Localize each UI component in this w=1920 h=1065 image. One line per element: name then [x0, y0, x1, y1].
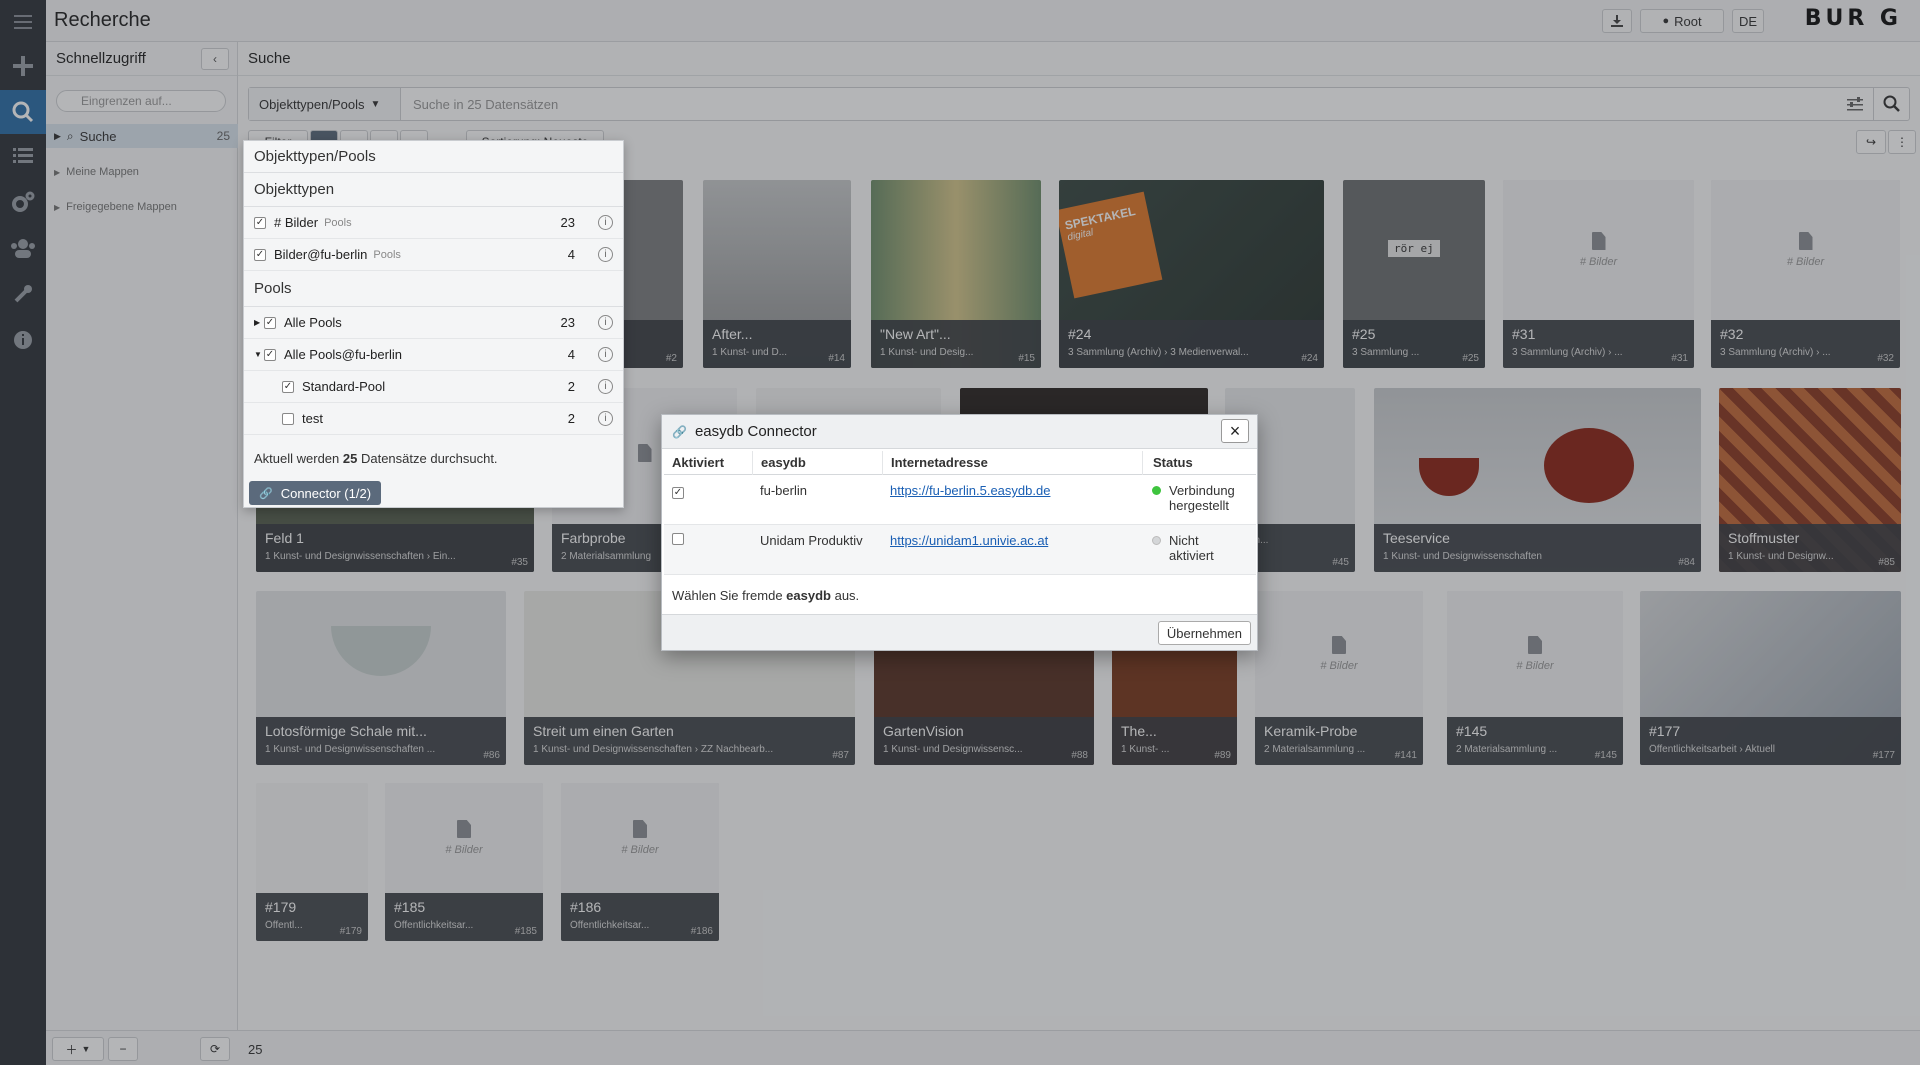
pool-label: Alle Pools — [284, 315, 342, 330]
pool-label: test — [302, 411, 323, 426]
column-header: Internetadresse — [882, 450, 1142, 475]
hint-text: Wählen Sie fremde — [672, 588, 787, 603]
objtypes-section-title: Objekttypen — [244, 173, 623, 207]
pool-checkbox[interactable]: ✓ — [282, 380, 294, 393]
objtype-label: # Bilder — [274, 215, 319, 230]
pool-label: Alle Pools@fu-berlin — [284, 347, 402, 362]
info-icon[interactable]: i — [598, 411, 613, 426]
objtype-row[interactable]: ✓ Bilder@fu-berlin Pools 4 i — [244, 239, 623, 271]
objtype-row[interactable]: ✓ # Bilder Pools 23 i — [244, 207, 623, 239]
status-dot — [1152, 486, 1161, 495]
objtype-label: Bilder@fu-berlin — [274, 247, 368, 262]
pool-row[interactable]: ▼ ✓ Alle Pools@fu-berlin 4 i — [244, 339, 623, 371]
connector-modal: 🔗 easydb Connector × Aktiviert easydb In… — [661, 414, 1258, 651]
status-text: Nicht — [1169, 533, 1199, 548]
objtype-tag: Pools — [373, 248, 401, 261]
column-header: easydb — [752, 450, 882, 475]
easydb-name: fu-berlin — [760, 483, 807, 498]
pool-dropdown: Objekttypen/Pools Objekttypen ✓ # Bilder… — [243, 140, 624, 508]
close-icon[interactable]: × — [1221, 419, 1249, 443]
pool-count: 4 — [567, 347, 575, 362]
hint-bold: easydb — [786, 588, 831, 603]
status-cell: Nicht aktiviert — [1142, 533, 1256, 574]
modal-title: easydb Connector — [694, 423, 817, 440]
objtype-count: 23 — [560, 215, 575, 230]
status-cell: Verbindung hergestellt — [1142, 483, 1256, 524]
hint-text: aus. — [830, 588, 860, 603]
pool-row[interactable]: ▶ ✓ Alle Pools 23 i — [244, 307, 623, 339]
column-header: Status — [1142, 450, 1256, 475]
objtype-checkbox[interactable]: ✓ — [254, 248, 266, 261]
summary-text: Datensätze durchsucht. — [357, 451, 498, 466]
table-row: Unidam Produktiv https://unidam1.univie.… — [664, 525, 1256, 575]
pool-label: Standard-Pool — [302, 379, 386, 394]
status-text: Verbindung — [1169, 483, 1235, 498]
pool-row[interactable]: test 2 i — [244, 403, 623, 435]
link-icon: 🔗 — [259, 487, 273, 500]
caret-down-icon[interactable]: ▼ — [244, 350, 264, 359]
info-icon[interactable]: i — [598, 347, 613, 362]
info-icon[interactable]: i — [598, 315, 613, 330]
easydb-url-link[interactable]: https://fu-berlin.5.easydb.de — [890, 483, 1050, 498]
table-row: ✓ fu-berlin https://fu-berlin.5.easydb.d… — [664, 475, 1256, 525]
easydb-url-link[interactable]: https://unidam1.univie.ac.at — [890, 533, 1048, 548]
pool-checkbox[interactable]: ✓ — [264, 348, 276, 361]
status-text: aktiviert — [1169, 548, 1214, 563]
modal-hint: Wählen Sie fremde easydb aus. — [672, 588, 859, 603]
search-summary: Aktuell werden 25 Datensätze durchsucht. — [254, 451, 498, 466]
info-icon[interactable]: i — [598, 247, 613, 262]
pool-count: 2 — [567, 379, 575, 394]
connector-table: Aktiviert easydb Internetadresse Status … — [664, 450, 1256, 575]
objtype-tag: Pools — [324, 216, 352, 229]
info-icon[interactable]: i — [598, 215, 613, 230]
link-icon: 🔗 — [672, 424, 687, 439]
modal-footer: Übernehmen — [662, 614, 1257, 650]
info-icon[interactable]: i — [598, 379, 613, 394]
pool-checkbox[interactable] — [282, 412, 294, 425]
activate-checkbox[interactable] — [672, 533, 684, 545]
connector-label: Connector (1/2) — [280, 485, 372, 501]
pool-count: 2 — [567, 411, 575, 426]
easydb-name: Unidam Produktiv — [760, 533, 863, 548]
pools-section-title: Pools — [244, 271, 623, 307]
status-dot — [1152, 536, 1161, 545]
status-text: hergestellt — [1169, 498, 1229, 513]
objtype-count: 4 — [567, 247, 575, 262]
pool-row[interactable]: ✓ Standard-Pool 2 i — [244, 371, 623, 403]
pool-checkbox[interactable]: ✓ — [264, 316, 276, 329]
modal-header: 🔗 easydb Connector × — [662, 415, 1257, 449]
caret-right-icon[interactable]: ▶ — [244, 318, 264, 327]
column-header: Aktiviert — [672, 455, 725, 470]
table-header: Aktiviert easydb Internetadresse Status — [664, 450, 1256, 475]
objtype-checkbox[interactable]: ✓ — [254, 216, 266, 229]
activate-checkbox[interactable]: ✓ — [672, 486, 684, 499]
connector-button[interactable]: 🔗 Connector (1/2) — [249, 481, 382, 505]
summary-count: 25 — [342, 451, 358, 466]
dropdown-header: Objekttypen/Pools — [244, 141, 623, 173]
pool-count: 23 — [560, 315, 575, 330]
summary-text: Aktuell werden — [254, 451, 343, 466]
apply-button[interactable]: Übernehmen — [1157, 621, 1251, 645]
